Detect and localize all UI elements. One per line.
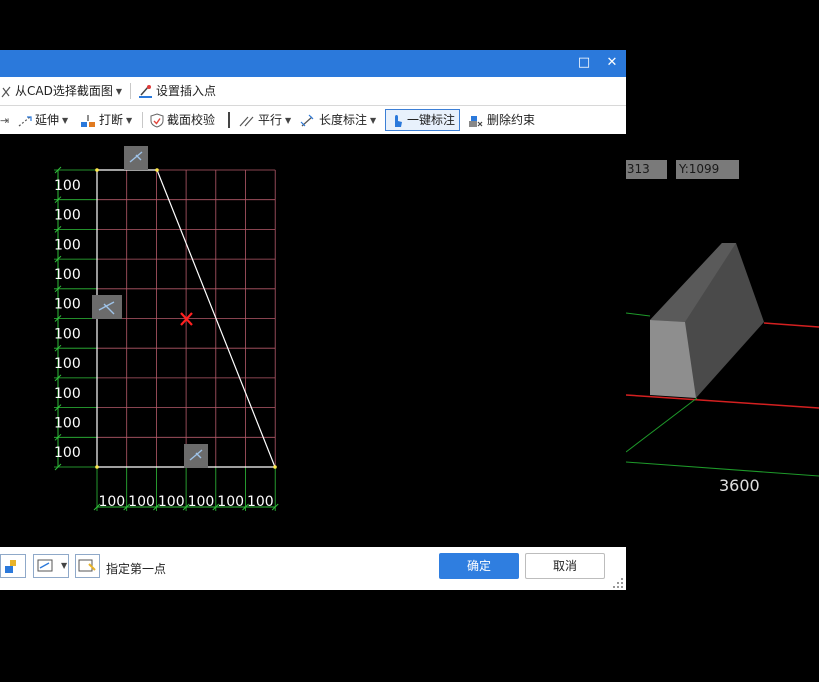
toolbar-grip: [228, 112, 230, 128]
vertex-point[interactable]: [95, 168, 99, 172]
close-button[interactable]: ✕: [601, 53, 623, 73]
snap-point-button[interactable]: [0, 554, 26, 578]
chevron-down-icon[interactable]: ▼: [61, 561, 67, 570]
break-label: 打断: [99, 113, 124, 127]
row-dimension-label[interactable]: 100: [54, 267, 81, 283]
resize-grip-icon[interactable]: [612, 577, 624, 589]
edge-handle-box[interactable]: [124, 146, 148, 170]
one-key-dimension-button[interactable]: 一键标注: [385, 109, 461, 131]
confirm-button[interactable]: 确定: [439, 553, 519, 579]
set-insert-point-label: 设置插入点: [156, 84, 217, 98]
prev-tool-fragment[interactable]: ⇥: [0, 110, 9, 130]
column-dimension-label[interactable]: 100: [217, 494, 244, 510]
extend-button[interactable]: 延伸 ▼: [18, 110, 68, 130]
dialog-bottom-bar: ▼ 指定第一点 确定 取消: [0, 547, 626, 590]
dimension-label: 3600: [719, 476, 760, 495]
delete-constraint-label: 删除约束: [487, 113, 536, 127]
hand-pointer-icon: [395, 115, 402, 127]
vertex-point[interactable]: [95, 465, 99, 469]
axis-line-green-3: [625, 461, 819, 477]
chevron-down-icon[interactable]: ▼: [62, 116, 68, 125]
parallel-button[interactable]: 平行 ▼: [239, 110, 291, 130]
chevron-down-icon[interactable]: ▼: [126, 116, 132, 125]
cad-select-icon: [1, 86, 11, 97]
delete-constraint-icon: [469, 115, 483, 127]
parallel-icon: [239, 116, 254, 126]
axis-line-red: [625, 394, 819, 409]
chevron-down-icon[interactable]: ▼: [370, 116, 376, 125]
column-dimension-label[interactable]: 100: [247, 494, 274, 510]
row-dimension-label[interactable]: 100: [54, 356, 81, 372]
dimension-lines: [54, 166, 279, 511]
section-editor-dialog: □ ✕ 从CAD选择截面图 ▼ 设置插入点 ⇥ 延伸 ▼ 打断 ▼ 截面校验 平行 ▼ …: [0, 50, 626, 590]
edge-handle-box[interactable]: [184, 444, 208, 468]
axis-line-green: [625, 312, 651, 317]
extend-label: 延伸: [35, 113, 60, 127]
row-dimension-label[interactable]: 100: [54, 386, 81, 402]
column-dimension-label[interactable]: 100: [188, 494, 215, 510]
vertex-point[interactable]: [273, 465, 277, 469]
break-icon: [81, 114, 95, 127]
chevron-down-icon[interactable]: ▼: [285, 116, 291, 125]
row-dimension-label[interactable]: 100: [54, 208, 81, 224]
toolbar-secondary: ⇥ 延伸 ▼ 打断 ▼ 截面校验 平行 ▼ 长度标注 ▼ 一键标注 删除约束: [0, 106, 626, 135]
row-dimension-label[interactable]: 100: [54, 415, 81, 431]
column-dimension-label[interactable]: 100: [158, 494, 185, 510]
one-key-dim-label: 一键标注: [407, 113, 456, 127]
length-dimension-icon: [300, 114, 314, 126]
edge-handle-bottom[interactable]: [184, 444, 208, 468]
maximize-button[interactable]: □: [573, 53, 595, 73]
cancel-button[interactable]: 取消: [525, 553, 605, 579]
chevron-down-icon[interactable]: ▼: [116, 87, 122, 96]
select-from-cad-label: 从CAD选择截面图: [15, 84, 113, 98]
row-dimension-label[interactable]: 100: [54, 297, 81, 313]
annotate-icon: [78, 559, 96, 572]
column-dimension-label[interactable]: 100: [128, 494, 155, 510]
parallel-label: 平行: [258, 113, 283, 127]
select-from-cad-button[interactable]: 从CAD选择截面图 ▼: [0, 81, 122, 101]
edge-handle-top[interactable]: [124, 146, 148, 170]
dialog-titlebar[interactable]: □ ✕: [0, 50, 626, 77]
section-view-icon: [37, 559, 53, 572]
shield-check-icon: [150, 113, 164, 128]
axis-line-green-2: [625, 397, 698, 453]
row-dimension-label[interactable]: 100: [54, 237, 81, 253]
toolbar-divider: [130, 83, 131, 99]
length-dim-label: 长度标注: [319, 113, 368, 127]
axis-line-red-2: [763, 322, 819, 328]
view-mode-dropdown[interactable]: ▼: [33, 554, 69, 578]
edge-handle-left[interactable]: [92, 295, 122, 319]
snap-point-icon: [5, 560, 16, 573]
section-drawing-canvas[interactable]: 100 100 100 100 100 100 100 100 100 100 100 100 100…: [0, 134, 626, 547]
extend-icon: [18, 115, 32, 126]
arrow-icon: ⇥: [0, 114, 10, 127]
section-check-button[interactable]: 截面校验: [150, 110, 215, 130]
vertex-point[interactable]: [155, 168, 159, 172]
delete-constraint-button[interactable]: 删除约束: [468, 110, 535, 130]
status-hint: 指定第一点: [106, 562, 167, 576]
section-check-label: 截面校验: [167, 113, 216, 127]
annotate-button[interactable]: [75, 554, 100, 578]
coord-y-readout: Y:1099: [676, 160, 739, 179]
column-dimension-label[interactable]: 100: [98, 494, 125, 510]
toolbar-primary: 从CAD选择截面图 ▼ 设置插入点: [0, 77, 626, 106]
row-dimension-label[interactable]: 100: [54, 445, 81, 461]
set-insert-point-button[interactable]: 设置插入点: [138, 81, 216, 101]
toolbar-divider: [142, 112, 143, 128]
break-button[interactable]: 打断 ▼: [80, 110, 132, 130]
section-drawing[interactable]: 100100100100100100100100100100 100 100 100…: [0, 134, 626, 547]
row-dimension-label[interactable]: 100: [54, 178, 81, 194]
insert-point-icon: [139, 85, 152, 98]
length-dimension-button[interactable]: 长度标注 ▼: [300, 110, 376, 130]
row-dimension-label[interactable]: 100: [54, 326, 81, 342]
